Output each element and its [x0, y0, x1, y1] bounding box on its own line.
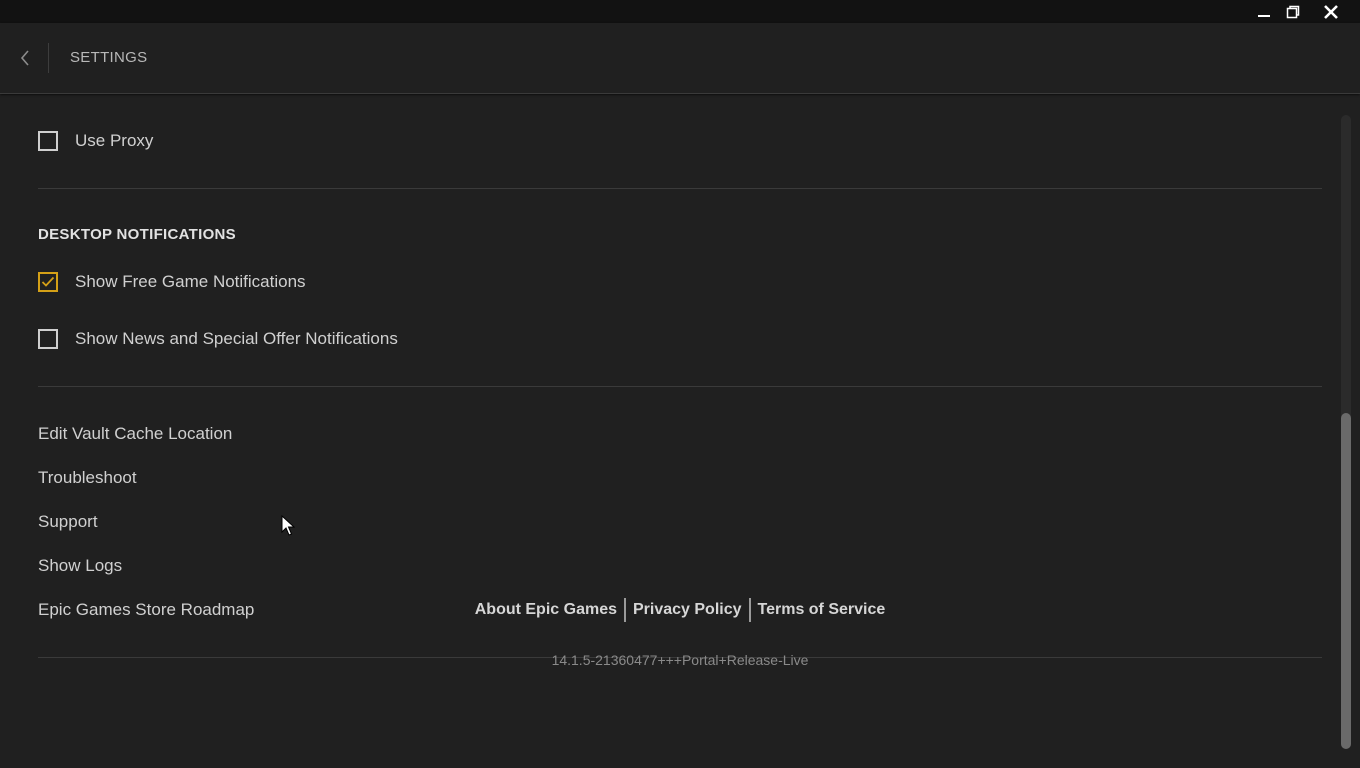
checkmark-icon — [41, 276, 55, 287]
news-offer-notifications-label: Show News and Special Offer Notification… — [75, 329, 398, 348]
desktop-notifications-heading: DESKTOP NOTIFICATIONS — [38, 226, 236, 243]
use-proxy-checkbox[interactable] — [38, 131, 58, 151]
window-titlebar — [0, 0, 1360, 23]
news-offer-notifications-checkbox[interactable] — [38, 329, 58, 349]
restore-button[interactable] — [1278, 0, 1308, 23]
edit-vault-cache-link[interactable]: Edit Vault Cache Location — [38, 424, 232, 444]
close-button[interactable] — [1316, 0, 1346, 23]
settings-header: SETTINGS — [0, 23, 1360, 94]
free-game-notifications-row[interactable]: Show Free Game Notifications — [38, 272, 306, 292]
use-proxy-checkbox-row[interactable]: Use Proxy — [38, 131, 153, 151]
page-title: SETTINGS — [70, 49, 148, 66]
terms-of-service-link[interactable]: Terms of Service — [751, 601, 893, 619]
close-icon — [1324, 4, 1338, 19]
header-divider — [48, 43, 49, 73]
troubleshoot-link[interactable]: Troubleshoot — [38, 468, 137, 488]
back-button[interactable] — [12, 43, 38, 73]
news-offer-notifications-row[interactable]: Show News and Special Offer Notification… — [38, 329, 398, 349]
footer-links: About Epic Games Privacy Policy Terms of… — [0, 598, 1360, 622]
scrollbar-thumb[interactable] — [1341, 413, 1351, 749]
version-label: 14.1.5-21360477+++Portal+Release-Live — [551, 652, 809, 668]
free-game-notifications-label: Show Free Game Notifications — [75, 272, 306, 291]
minimize-icon — [1258, 14, 1270, 17]
mouse-cursor-icon — [281, 515, 295, 536]
show-logs-link[interactable]: Show Logs — [38, 556, 122, 576]
free-game-notifications-checkbox[interactable] — [38, 272, 58, 292]
privacy-policy-link[interactable]: Privacy Policy — [626, 601, 749, 619]
section-divider — [38, 386, 1322, 387]
use-proxy-label: Use Proxy — [75, 131, 154, 150]
restore-icon — [1286, 5, 1300, 18]
minimize-button[interactable] — [1249, 0, 1279, 23]
support-link[interactable]: Support — [38, 512, 98, 532]
chevron-left-icon — [20, 50, 29, 66]
about-epic-games-link[interactable]: About Epic Games — [468, 601, 624, 619]
section-divider — [38, 188, 1322, 189]
